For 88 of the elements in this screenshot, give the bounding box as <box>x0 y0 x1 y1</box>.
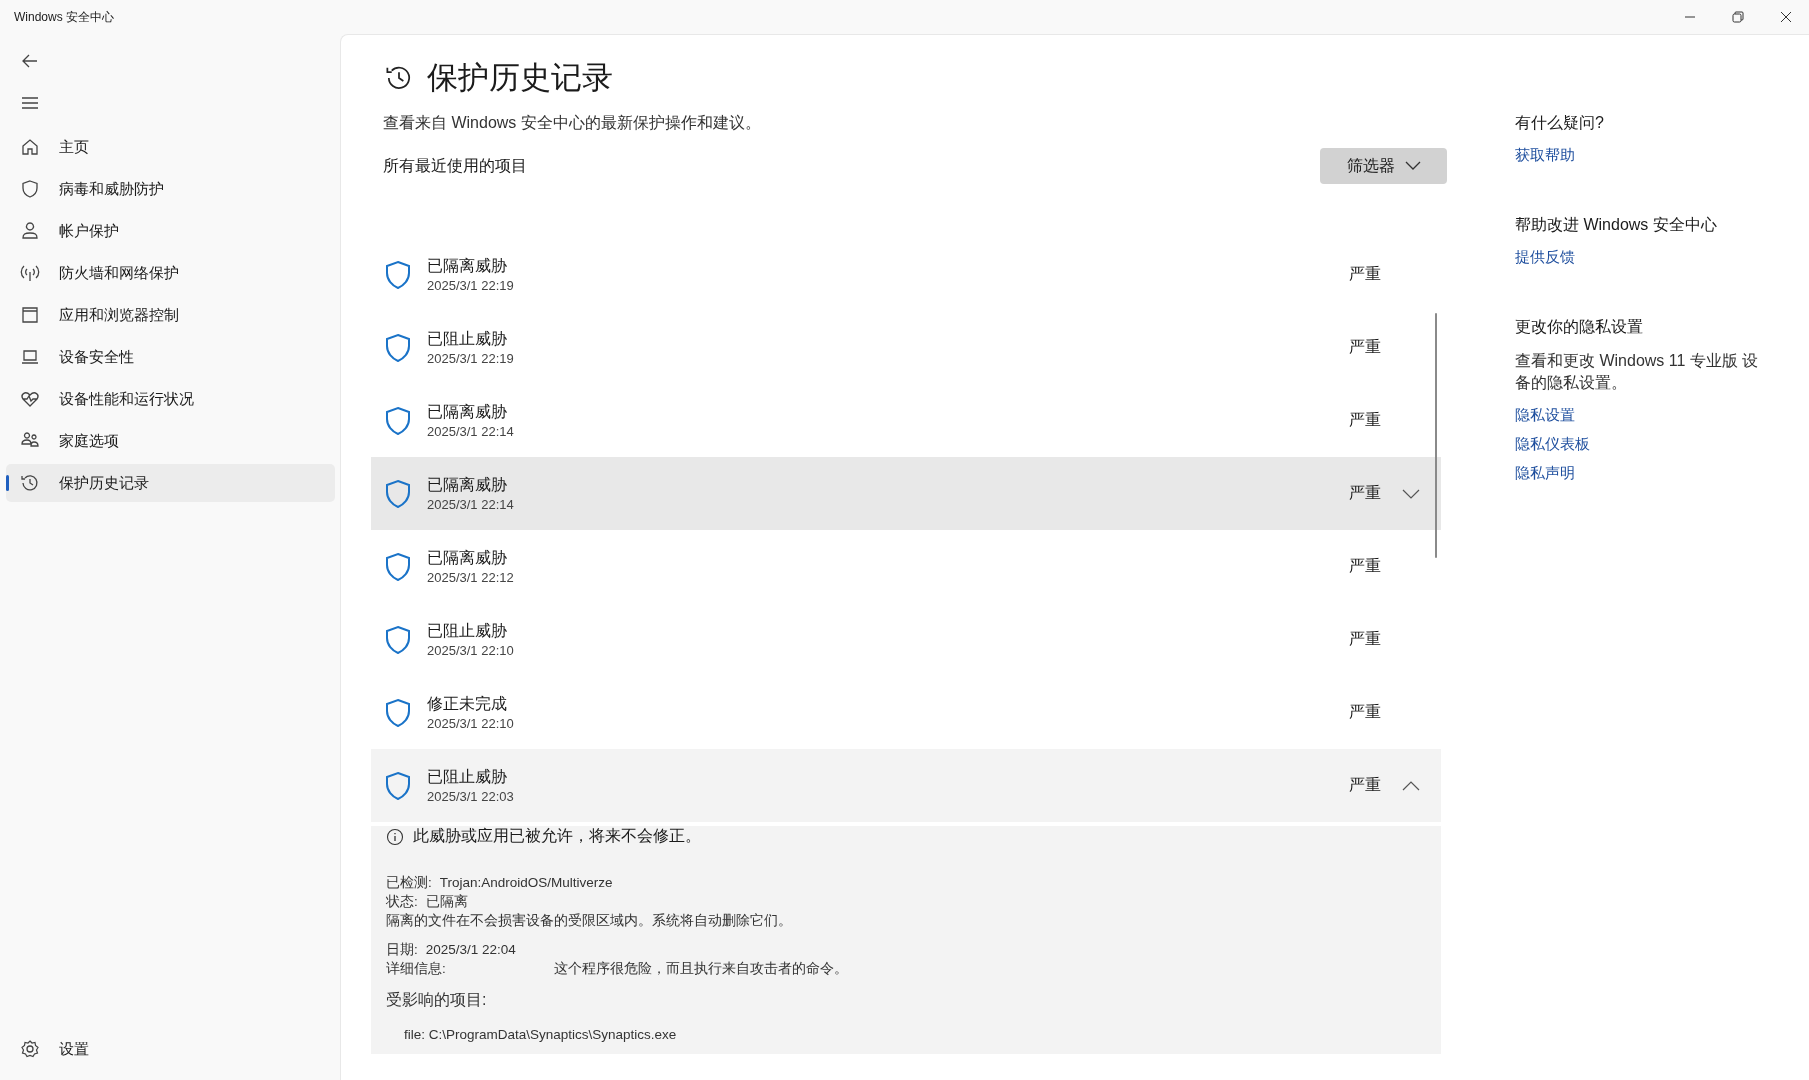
shield-icon <box>385 405 411 436</box>
scrollbar[interactable] <box>1435 313 1437 558</box>
settings-icon <box>19 1038 41 1060</box>
history-entry[interactable]: 修正未完成 2025/3/1 22:10 严重 <box>371 676 1441 749</box>
entry-title: 修正未完成 <box>427 694 508 714</box>
chevron-down-icon <box>1404 161 1421 171</box>
help-link[interactable]: 隐私仪表板 <box>1515 435 1590 454</box>
severity-label: 严重 <box>1349 702 1381 722</box>
window-icon <box>19 304 41 326</box>
field-label: 已检测: <box>386 874 432 892</box>
chevron-down-icon[interactable] <box>1402 488 1420 499</box>
window-title: Windows 安全中心 <box>14 8 114 26</box>
page-subtitle: 查看来自 Windows 安全中心的最新保护操作和建议。 <box>383 113 762 133</box>
info-icon <box>386 827 404 846</box>
sidebar-item[interactable]: 设备性能和运行状况 <box>6 380 335 418</box>
section-heading: 所有最近使用的项目 <box>383 155 527 176</box>
sidebar-item[interactable]: 保护历史记录 <box>6 464 335 502</box>
help-heading: 帮助改进 Windows 安全中心 <box>1515 215 1717 235</box>
help-link[interactable]: 隐私设置 <box>1515 406 1575 425</box>
entry-date: 2025/3/1 22:12 <box>427 570 515 585</box>
sidebar-item[interactable]: 应用和浏览器控制 <box>6 296 335 334</box>
settings-item[interactable]: 设置 <box>6 1030 335 1068</box>
page-title: 保护历史记录 <box>427 59 613 97</box>
history-entry[interactable]: 已隔离威胁 2025/3/1 22:14 严重 <box>371 384 1441 457</box>
field-value: 这个程序很危险，而且执行来自攻击者的命令。 <box>554 960 848 978</box>
history-entry[interactable]: 已阻止威胁 2025/3/1 22:03 严重 <box>371 749 1441 822</box>
history-entry[interactable]: 已隔离威胁 2025/3/1 22:14 严重 <box>371 457 1441 530</box>
restore-icon[interactable] <box>1731 10 1745 24</box>
field-label: 详细信息: <box>386 960 447 978</box>
entry-date: 2025/3/1 22:03 <box>427 789 515 804</box>
affected-heading: 受影响的项目: <box>386 990 488 1010</box>
help-link[interactable]: 获取帮助 <box>1515 146 1575 165</box>
entry-title: 已隔离威胁 <box>427 256 508 276</box>
shield-icon <box>385 259 411 290</box>
sidebar-item[interactable]: 家庭选项 <box>6 422 335 460</box>
entry-title: 已阻止威胁 <box>427 329 508 349</box>
help-heading: 更改你的隐私设置 <box>1515 317 1643 337</box>
history-entry[interactable]: 已隔离威胁 2025/3/1 22:19 严重 <box>371 238 1441 311</box>
entry-title: 已隔离威胁 <box>427 475 508 495</box>
shield-icon <box>385 697 411 728</box>
field-value: 2025/3/1 22:04 <box>425 941 516 959</box>
notice-text: 此威胁或应用已被允许，将来不会修正。 <box>413 826 701 846</box>
severity-label: 严重 <box>1349 629 1381 649</box>
filter-button[interactable]: 筛选器 <box>1320 148 1447 184</box>
field-label: 状态: <box>386 893 418 911</box>
sidebar-item[interactable]: 防火墙和网络保护 <box>6 254 335 292</box>
person-icon <box>19 220 41 242</box>
field-label: 日期: <box>386 941 418 959</box>
entry-date: 2025/3/1 22:10 <box>427 716 515 731</box>
severity-label: 严重 <box>1349 264 1381 284</box>
severity-label: 严重 <box>1349 483 1381 503</box>
history-entry[interactable]: 已阻止威胁 2025/3/1 22:10 严重 <box>371 603 1441 676</box>
entry-date: 2025/3/1 22:10 <box>427 643 515 658</box>
sidebar-item[interactable]: 帐户保护 <box>6 212 335 250</box>
history-entry[interactable]: 已阻止威胁 2025/3/1 22:19 严重 <box>371 311 1441 384</box>
help-link[interactable]: 提供反馈 <box>1515 248 1575 267</box>
shield-icon <box>385 770 411 801</box>
sidebar-item[interactable]: 病毒和威胁防护 <box>6 170 335 208</box>
entry-title: 已隔离威胁 <box>427 402 508 422</box>
severity-label: 严重 <box>1349 775 1381 795</box>
severity-label: 严重 <box>1349 410 1381 430</box>
help-heading: 有什么疑问? <box>1515 113 1604 133</box>
entry-date: 2025/3/1 22:19 <box>427 278 515 293</box>
sidebar-item[interactable]: 设备安全性 <box>6 338 335 376</box>
entry-date: 2025/3/1 22:14 <box>427 497 515 512</box>
entry-date: 2025/3/1 22:14 <box>427 424 515 439</box>
close-icon[interactable] <box>1779 10 1793 24</box>
file-path: file: C:\ProgramData\Synaptics\Synaptics.exe <box>403 1027 678 1042</box>
field-value: Trojan:AndroidOS/Multiverze <box>439 874 613 892</box>
help-link[interactable]: 隐私声明 <box>1515 464 1575 483</box>
shield-icon <box>385 551 411 582</box>
help-text: 查看和更改 Windows 11 专业版 设备的隐私设置。 <box>1515 351 1760 393</box>
shield-icon <box>385 332 411 363</box>
entry-title: 已阻止威胁 <box>427 621 508 641</box>
field-value: 已隔离 <box>425 893 468 911</box>
sidebar-item[interactable]: 主页 <box>6 128 335 166</box>
entry-title: 已隔离威胁 <box>427 548 508 568</box>
severity-label: 严重 <box>1349 556 1381 576</box>
shield-icon <box>19 178 41 200</box>
severity-label: 严重 <box>1349 337 1381 357</box>
history-entry[interactable]: 已隔离威胁 2025/3/1 22:12 严重 <box>371 530 1441 603</box>
entry-title: 已阻止威胁 <box>427 767 508 787</box>
clock-icon <box>19 472 41 494</box>
entry-date: 2025/3/1 22:19 <box>427 351 515 366</box>
chevron-up-icon[interactable] <box>1402 780 1420 791</box>
description-text: 隔离的文件在不会损害设备的受限区域内。系统将自动删除它们。 <box>386 912 792 930</box>
shield-icon <box>385 624 411 655</box>
shield-icon <box>385 478 411 509</box>
